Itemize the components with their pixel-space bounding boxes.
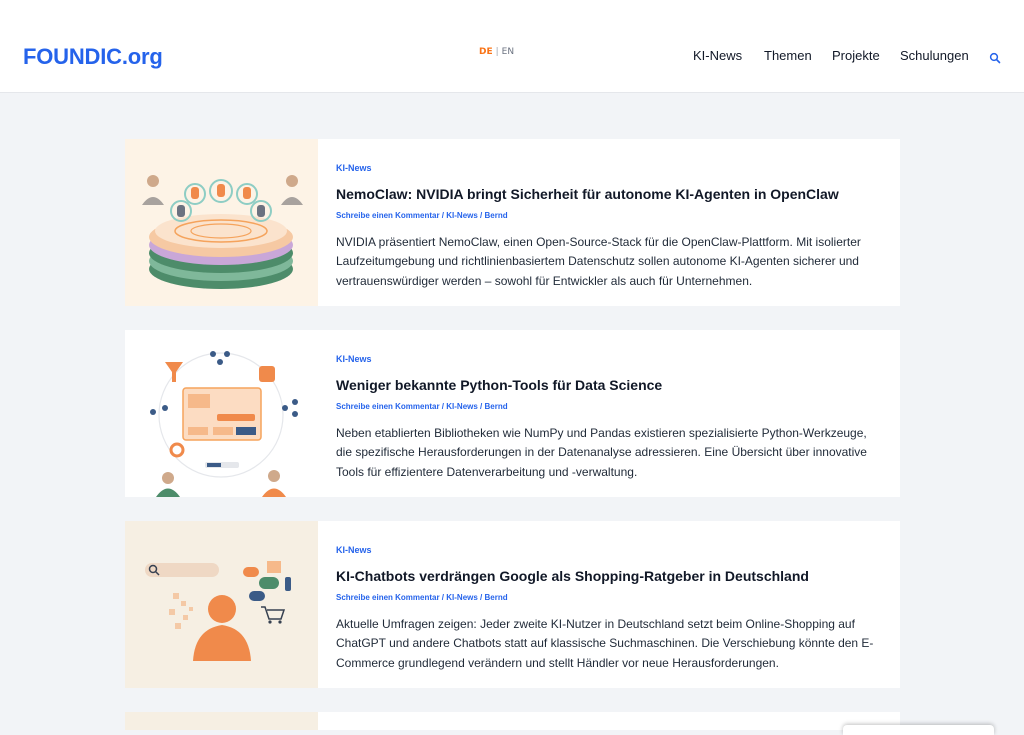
- lang-de-link[interactable]: DE: [479, 47, 493, 57]
- article-excerpt: Aktuelle Umfragen zeigen: Jeder zweite K…: [336, 617, 874, 670]
- site-header: FOUNDIC.org DE | EN KI-News Themen Projekt…: [0, 0, 1024, 93]
- article-excerpt: Neben etablierten Bibliotheken wie NumPy…: [336, 426, 867, 479]
- article-thumbnail[interactable]: [125, 712, 318, 730]
- article-category-link[interactable]: KI-News: [336, 354, 372, 364]
- article-category-link[interactable]: KI-News: [336, 545, 372, 555]
- search-icon[interactable]: [989, 51, 1001, 64]
- article-meta[interactable]: Schreibe einen Kommentar / KI-News / Ber…: [336, 593, 508, 602]
- nav-projekte[interactable]: Projekte: [832, 48, 880, 63]
- article-excerpt: NVIDIA präsentiert NemoClaw, einen Open-…: [336, 235, 861, 288]
- article-thumbnail[interactable]: [125, 521, 318, 688]
- article-card: KI-News NemoClaw: NVIDIA bringt Sicherhe…: [125, 139, 900, 306]
- article-thumbnail[interactable]: [125, 330, 318, 497]
- article-card: KI-News Weniger bekannte Python-Tools fü…: [125, 330, 900, 497]
- article-title-link[interactable]: NemoClaw: NVIDIA bringt Sicherheit für a…: [336, 186, 839, 202]
- article-category-link[interactable]: KI-News: [336, 163, 372, 173]
- lang-separator: |: [495, 47, 499, 57]
- article-card: [125, 712, 900, 730]
- article-card: KI-News KI-Chatbots verdrängen Google al…: [125, 521, 900, 688]
- article-meta[interactable]: Schreibe einen Kommentar / KI-News / Ber…: [336, 211, 508, 220]
- consent-popup[interactable]: [843, 725, 994, 735]
- article-thumbnail[interactable]: [125, 139, 318, 306]
- language-switcher: DE | EN: [479, 47, 514, 57]
- article-meta[interactable]: Schreibe einen Kommentar / KI-News / Ber…: [336, 402, 508, 411]
- article-title-link[interactable]: Weniger bekannte Python-Tools für Data S…: [336, 377, 662, 393]
- lang-en-link[interactable]: EN: [502, 47, 514, 57]
- nav-schulungen[interactable]: Schulungen: [900, 48, 969, 63]
- site-logo[interactable]: FOUNDIC.org: [23, 44, 163, 70]
- nav-ki-news[interactable]: KI-News: [693, 48, 742, 63]
- nav-themen[interactable]: Themen: [764, 48, 812, 63]
- article-title-link[interactable]: KI-Chatbots verdrängen Google als Shoppi…: [336, 568, 809, 584]
